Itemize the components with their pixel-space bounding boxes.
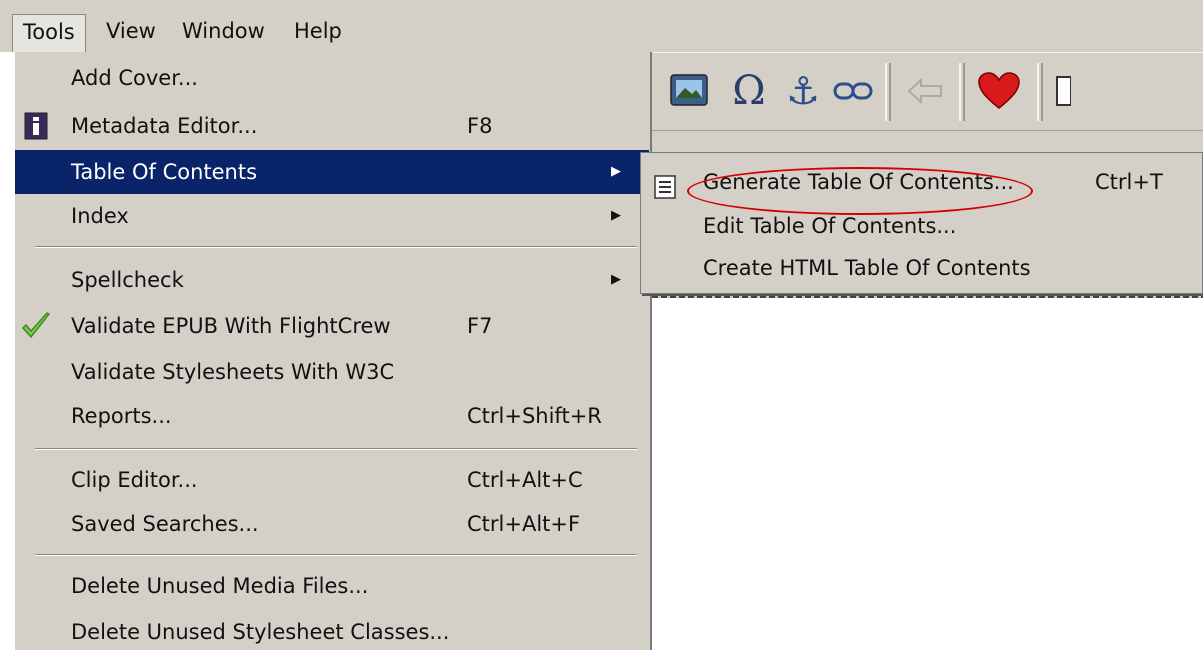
menu-item-label: Delete Unused Stylesheet Classes... <box>71 620 450 644</box>
menu-item-shortcut: Ctrl+Alt+C <box>467 468 583 492</box>
menu-item-validate-epub[interactable]: Validate EPUB With FlightCrew F7 <box>15 304 649 348</box>
menubar: Tools View Window Help <box>0 0 1203 52</box>
submenu-item-create-html-toc[interactable]: Create HTML Table Of Contents <box>641 247 1201 289</box>
submenu-item-generate-toc[interactable]: Generate Table Of Contents... Ctrl+T <box>641 161 1201 215</box>
toc-list-icon <box>653 171 677 199</box>
menu-item-label: Index <box>71 204 129 228</box>
anchor-icon[interactable]: ⚓ <box>779 67 827 115</box>
image-icon[interactable] <box>665 67 713 115</box>
menu-item-clip-editor[interactable]: Clip Editor... Ctrl+Alt+C <box>15 458 649 502</box>
info-book-icon <box>21 111 51 141</box>
menu-item-spellcheck[interactable]: Spellcheck ▶ <box>15 258 649 302</box>
submenu-item-label: Create HTML Table Of Contents <box>703 256 1031 280</box>
checkmark-icon <box>21 311 51 341</box>
menu-item-label: Reports... <box>71 404 172 428</box>
menu-item-delete-unused-stylesheet-classes[interactable]: Delete Unused Stylesheet Classes... <box>15 610 649 654</box>
toc-submenu: Generate Table Of Contents... Ctrl+T Edi… <box>640 152 1203 294</box>
menu-item-validate-stylesheets[interactable]: Validate Stylesheets With W3C <box>15 350 649 394</box>
menubar-view[interactable]: View <box>106 14 156 48</box>
menu-item-reports[interactable]: Reports... Ctrl+Shift+R <box>15 394 649 438</box>
menu-divider <box>35 554 637 556</box>
page-icon[interactable] <box>1053 67 1073 115</box>
menu-item-shortcut: Ctrl+Shift+R <box>467 404 602 428</box>
menu-item-label: Metadata Editor... <box>71 114 258 138</box>
menu-item-label: Saved Searches... <box>71 512 259 536</box>
menu-item-label: Table Of Contents <box>71 160 258 184</box>
menu-item-label: Clip Editor... <box>71 468 198 492</box>
main-toolbar: Ω ⚓ <box>648 52 1203 130</box>
submenu-item-label: Edit Table Of Contents... <box>703 214 957 238</box>
tools-menu: Add Cover... Metadata Editor... F8 Table… <box>14 52 652 650</box>
menu-item-label: Validate Stylesheets With W3C <box>71 360 395 384</box>
toolbar-separator <box>959 63 965 121</box>
menu-item-table-of-contents[interactable]: Table Of Contents ▶ <box>15 150 649 194</box>
secondary-toolbar <box>648 130 1203 153</box>
submenu-arrow-icon: ▶ <box>611 164 621 179</box>
toolbar-separator <box>1037 63 1043 121</box>
submenu-arrow-icon: ▶ <box>611 272 621 287</box>
menu-divider <box>35 448 637 450</box>
menu-item-label: Delete Unused Media Files... <box>71 574 369 598</box>
submenu-item-shortcut: Ctrl+T <box>1095 170 1163 194</box>
menu-item-saved-searches[interactable]: Saved Searches... Ctrl+Alt+F <box>15 502 649 546</box>
menubar-window[interactable]: Window <box>182 14 265 48</box>
menu-item-delete-unused-media[interactable]: Delete Unused Media Files... <box>15 564 649 608</box>
menubar-help[interactable]: Help <box>294 14 342 48</box>
menu-divider <box>35 246 637 248</box>
menu-item-label: Spellcheck <box>71 268 184 292</box>
back-arrow-icon[interactable] <box>901 67 949 115</box>
menu-item-label: Add Cover... <box>71 66 198 90</box>
menu-item-label: Validate EPUB With FlightCrew <box>71 314 391 338</box>
submenu-item-edit-toc[interactable]: Edit Table Of Contents... <box>641 205 1201 247</box>
menu-item-shortcut: F8 <box>467 114 493 138</box>
menu-item-shortcut: Ctrl+Alt+F <box>467 512 581 536</box>
heart-icon[interactable] <box>975 67 1023 115</box>
link-icon[interactable] <box>829 67 877 115</box>
menu-item-metadata-editor[interactable]: Metadata Editor... F8 <box>15 104 649 148</box>
menu-item-add-cover[interactable]: Add Cover... <box>15 56 649 100</box>
menu-item-shortcut: F7 <box>467 314 493 338</box>
menu-item-index[interactable]: Index ▶ <box>15 194 649 238</box>
toolbar-separator <box>885 63 891 121</box>
submenu-arrow-icon: ▶ <box>611 208 621 223</box>
omega-icon[interactable]: Ω <box>725 67 773 115</box>
menubar-tools[interactable]: Tools <box>12 14 86 52</box>
